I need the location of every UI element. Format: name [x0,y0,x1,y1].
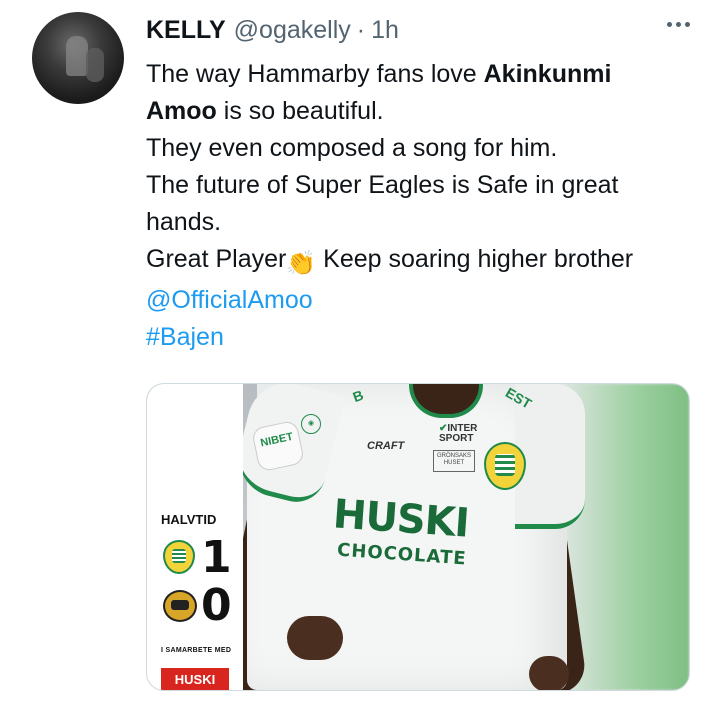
avatar-figure [86,48,104,82]
tweet-line: The way Hammarby fans love Akinkunmi [146,56,696,93]
hammarby-crest-icon [163,540,195,574]
craft-logo: CRAFT [367,440,405,452]
hashtag-link[interactable]: #Bajen [146,323,224,351]
jersey-sponsor: HUSKI [331,491,471,547]
tweet-text-segment: The way Hammarby fans love [146,60,484,88]
author-handle[interactable]: @ogakelly [234,16,351,45]
author-name[interactable]: KELLY [146,16,226,45]
tweet-text-segment: Keep soaring higher brother [316,245,634,273]
more-options-icon[interactable] [667,22,690,27]
tweet-text: The way Hammarby fans love Akinkunmi Amo… [146,56,696,356]
tweet-line: @OfficialAmoo [146,282,696,319]
intersport-text: SPORT [439,433,474,444]
tweet-line: They even composed a song for him. [146,134,558,162]
bold-name: Akinkunmi [483,60,612,88]
bold-name: Amoo [146,97,217,125]
clapping-hands-emoji: 👏 [286,250,317,277]
sleeve-badge-icon: ◉ [301,414,321,434]
player-hand [287,616,343,660]
avatar-figure [66,36,88,76]
tweet-media-image[interactable]: B EST NIBET ◉ CRAFT ✔INTER SPORT GRÖNSAK… [146,383,690,691]
scoreboard-overlay: HALVTID 1 0 I SAMARBETE MED HUSKI [147,384,243,690]
timestamp[interactable]: 1h [371,16,399,45]
avatar[interactable] [32,12,124,104]
tweet-header: KELLY @ogakelly · 1h [146,12,399,48]
dot [667,22,672,27]
tweet-line: #Bajen [146,319,696,356]
halftime-label: HALVTID [161,512,217,527]
away-score: 0 [201,580,232,631]
separator-dot: · [356,15,366,44]
opponent-crest-icon [163,590,197,622]
intersport-logo: ✔INTER SPORT [439,424,477,444]
player-hand [529,656,569,690]
gronsaks-logo: GRÖNSAKS HUSET [433,450,475,472]
dot [676,22,681,27]
mention-link[interactable]: @OfficialAmoo [146,286,313,314]
partner-text: I SAMARBETE MED [161,647,232,654]
home-score: 1 [201,532,232,583]
tweet-text-segment: is so beautiful. [216,97,384,125]
tweet-line: hands. [146,208,222,236]
tweet-line: Great Player👏 Keep soaring higher brothe… [146,241,696,282]
tweet-line: Amoo is so beautiful. [146,93,696,130]
tweet-text-segment: Great Player [146,245,287,273]
tweet-line: The future of Super Eagles is Safe in gr… [146,171,619,199]
partner-logo: HUSKI [161,668,229,690]
dot [685,22,690,27]
